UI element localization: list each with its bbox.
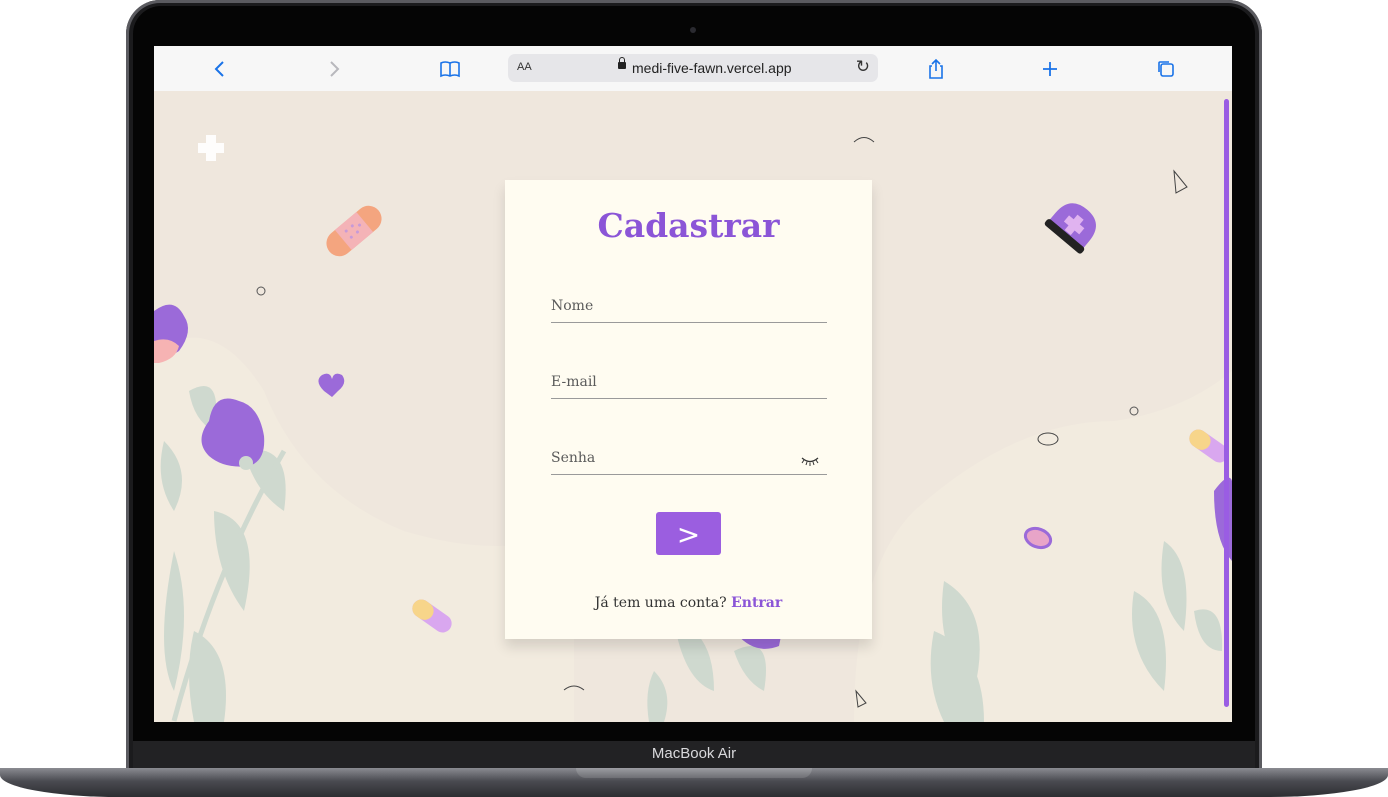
screen: AA medi-five-fawn.vercel.app ↻ Cadastrar… (154, 46, 1232, 722)
new-tab-icon[interactable] (1038, 57, 1062, 81)
name-input[interactable] (551, 292, 791, 320)
login-link[interactable]: Entrar (731, 595, 782, 611)
reload-icon[interactable]: ↻ (856, 57, 870, 77)
laptop-notch (576, 768, 812, 778)
password-field[interactable] (551, 444, 827, 475)
scrollbar[interactable] (1224, 99, 1229, 707)
submit-arrow-icon: > (676, 518, 701, 551)
email-field[interactable] (551, 368, 827, 399)
email-input[interactable] (551, 368, 791, 396)
password-input[interactable] (551, 444, 791, 472)
browser-toolbar: AA medi-five-fawn.vercel.app ↻ (154, 46, 1232, 92)
forward-icon[interactable] (322, 57, 346, 81)
back-icon[interactable] (208, 57, 232, 81)
signup-card: Cadastrar > Já tem uma conta? Entrar (505, 180, 872, 639)
share-icon[interactable] (924, 57, 948, 81)
page-title: Cadastrar (597, 206, 780, 245)
device-model-label: MacBook Air (651, 745, 737, 762)
login-prompt: Já tem uma conta? Entrar (505, 595, 872, 611)
address-bar[interactable]: AA medi-five-fawn.vercel.app ↻ (508, 54, 878, 82)
eye-closed-icon[interactable] (801, 454, 819, 466)
page-content: Cadastrar > Já tem uma conta? Entrar (154, 91, 1232, 722)
submit-button[interactable]: > (656, 512, 721, 555)
name-field[interactable] (551, 292, 827, 323)
text-size-button[interactable]: AA (517, 61, 532, 73)
tabs-icon[interactable] (1154, 57, 1178, 81)
login-prompt-text: Já tem uma conta? (594, 595, 727, 611)
camera-icon (690, 27, 696, 33)
bookmarks-icon[interactable] (438, 57, 462, 81)
lock-icon (618, 57, 626, 69)
url-text[interactable]: medi-five-fawn.vercel.app (632, 60, 792, 76)
